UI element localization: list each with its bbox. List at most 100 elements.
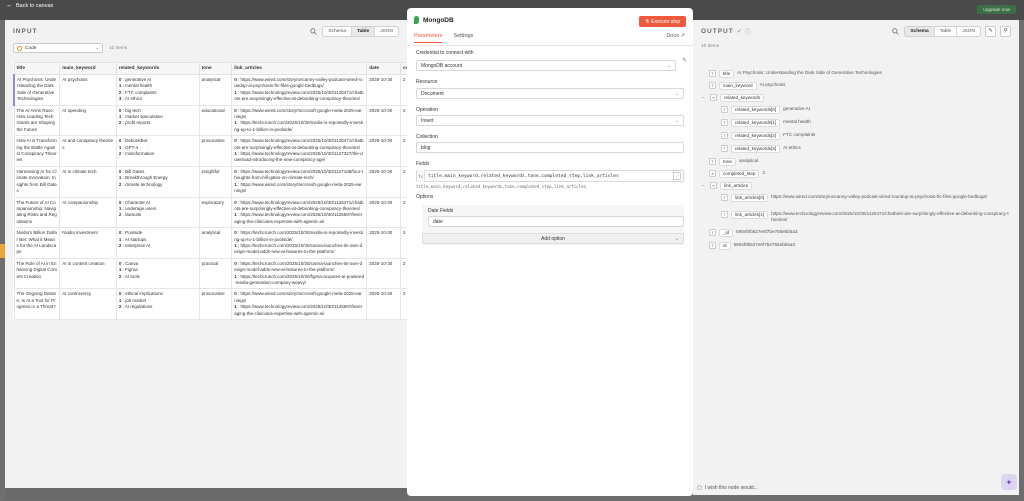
output-tab-table[interactable]: Table bbox=[935, 26, 958, 36]
table-cell[interactable]: The Role of AI in Enhancing Digital Cont… bbox=[13, 257, 61, 290]
feedback-link[interactable]: ▢ I wish this node would... bbox=[697, 485, 758, 491]
table-cell[interactable]: insightful bbox=[198, 165, 233, 198]
schema-key[interactable]: link_articles[1] bbox=[731, 211, 769, 219]
table-cell[interactable]: 0 : Bill Gates 1 : Breakthrough Energy 2 :… bbox=[115, 165, 200, 198]
schema-key[interactable]: related_keywords[0] bbox=[731, 106, 781, 114]
table-cell[interactable]: exploratory bbox=[198, 196, 233, 229]
table-cell[interactable]: 2025-10-30 bbox=[366, 257, 401, 290]
schema-key[interactable]: link_articles[0] bbox=[731, 194, 769, 202]
table-cell[interactable]: 0 : https://www.technologyreview.com/202… bbox=[231, 135, 368, 167]
table-cell[interactable]: AI spending bbox=[59, 104, 117, 137]
column-header[interactable]: date bbox=[366, 62, 401, 75]
pin-icon[interactable]: ⚲ bbox=[1000, 25, 1011, 37]
table-cell[interactable]: analytical bbox=[198, 74, 233, 106]
schema-key[interactable]: related_keywords bbox=[720, 94, 765, 102]
table-cell[interactable]: 2025-10-30 bbox=[366, 227, 401, 259]
column-header[interactable]: tone bbox=[198, 62, 233, 75]
column-header[interactable]: main_keyword bbox=[59, 62, 117, 75]
table-cell[interactable]: AI Psychosis: Understanding the Dark Sid… bbox=[13, 74, 61, 106]
chevron-down-icon[interactable]: ⌄ bbox=[701, 94, 707, 100]
table-cell[interactable]: 2025-10-30 bbox=[366, 165, 401, 198]
table-cell[interactable]: Harnessing AI for Climate Innovation: In… bbox=[13, 165, 61, 198]
schema-key[interactable]: tone bbox=[719, 158, 736, 166]
search-icon[interactable] bbox=[890, 26, 900, 36]
upgrade-button[interactable]: Upgrade now bbox=[977, 5, 1016, 14]
table-cell[interactable]: AI in climate tech bbox=[59, 165, 117, 198]
schema-key[interactable]: completed_step bbox=[719, 170, 760, 178]
credential-select[interactable]: MongoDB account ⌄ bbox=[416, 60, 676, 71]
table-cell[interactable]: AI psychosis bbox=[59, 74, 117, 106]
table-cell[interactable]: 0 : https://www.technologyreview.com/202… bbox=[231, 165, 368, 198]
table-cell[interactable]: practical bbox=[198, 257, 233, 290]
ai-assistant-button[interactable]: ✦ bbox=[1001, 474, 1017, 490]
table-cell[interactable]: analytical bbox=[198, 227, 233, 259]
input-tab-table[interactable]: Table bbox=[352, 26, 376, 36]
schema-key[interactable]: id bbox=[719, 242, 731, 250]
table-cell[interactable]: 0 : big tech 1 : market speculation 2 : pr… bbox=[115, 104, 200, 137]
table-cell[interactable]: 0 : DebunkBot 1 : GPT-4 2 : misinformation bbox=[115, 135, 200, 167]
table-cell[interactable]: AI in content creation bbox=[59, 257, 117, 290]
schema-key[interactable]: title bbox=[719, 70, 735, 78]
table-cell[interactable]: 0 : Canva 1 : Figma 2 : AI tools bbox=[115, 257, 200, 290]
input-node-select[interactable]: Code ⌄ bbox=[13, 43, 103, 53]
chevron-down-icon[interactable]: ⌄ bbox=[701, 182, 707, 188]
output-tab-schema[interactable]: Schema bbox=[905, 26, 935, 36]
table-cell[interactable]: AI and conspiracy theories bbox=[59, 135, 117, 167]
table-cell[interactable]: 0 : https://www.wired.com/story/uncanny-… bbox=[231, 74, 368, 106]
table-cell[interactable]: Nvidia's Billion Dollar Bet: What it Mea… bbox=[13, 227, 61, 259]
date-fields-input[interactable]: date bbox=[428, 216, 684, 227]
input-tab-json[interactable]: JSON bbox=[375, 27, 398, 36]
table-cell[interactable]: 2025-10-30 bbox=[366, 288, 401, 320]
table-cell[interactable]: 0 : https://techcrunch.com/2025/10/30/nv… bbox=[231, 227, 368, 259]
column-header[interactable]: title bbox=[13, 62, 61, 75]
table-cell[interactable]: 0 : ethical implications 1 : job market 2 … bbox=[115, 288, 200, 320]
table-cell[interactable]: The Ongoing Debate: Is AI a Tool for Pro… bbox=[13, 288, 61, 320]
schema-key[interactable]: related_keywords[1] bbox=[731, 119, 781, 127]
column-header[interactable]: link_articles bbox=[231, 62, 368, 75]
node-title-text[interactable]: MongoDB bbox=[423, 17, 454, 24]
table-cell[interactable]: 2025-10-30 bbox=[366, 104, 401, 137]
table-cell[interactable]: provocative bbox=[198, 288, 233, 320]
schema-key[interactable]: main_keyword bbox=[719, 82, 757, 90]
info-icon[interactable]: ⓘ bbox=[745, 27, 751, 36]
docs-link[interactable]: Docs ↗ bbox=[666, 33, 685, 39]
schema-key[interactable]: link_articles bbox=[720, 182, 752, 190]
output-tab-json[interactable]: JSON bbox=[957, 27, 980, 36]
table-cell[interactable]: provocative bbox=[198, 135, 233, 167]
tab-settings[interactable]: Settings bbox=[453, 33, 473, 43]
table-cell[interactable]: The AI Arms Race: How Leading Tech Giant… bbox=[13, 104, 61, 137]
schema-key[interactable]: _id bbox=[719, 229, 734, 237]
table-cell[interactable]: 2025-10-30 bbox=[366, 135, 401, 167]
schema-key[interactable]: related_keywords[3] bbox=[731, 145, 781, 153]
execute-step-button[interactable]: ⚗ Execute step bbox=[639, 16, 686, 27]
edit-output-icon[interactable]: ✎ bbox=[985, 25, 996, 37]
table-cell[interactable]: 0 : https://techcrunch.com/2025/10/30/ca… bbox=[231, 257, 368, 290]
operation-select[interactable]: Insert ⌄ bbox=[416, 115, 684, 126]
edit-credential-icon[interactable]: ✎ bbox=[682, 57, 687, 64]
table-cell[interactable]: AI controversy bbox=[59, 288, 117, 320]
back-to-canvas-link[interactable]: ← Back to canvas bbox=[6, 2, 53, 9]
fields-expression-input[interactable]: fx title,main_keyword,related_keywords,t… bbox=[416, 170, 684, 182]
table-cell[interactable]: 0 : https://www.wired.com/story/microsof… bbox=[231, 104, 368, 137]
table-cell[interactable]: Nvidia investment bbox=[59, 227, 117, 259]
table-cell[interactable]: 0 : Character.AI 1 : underage users 2 : la… bbox=[115, 196, 200, 229]
table-cell[interactable]: 0 : generative AI 1 : mental health 2 : FT… bbox=[115, 74, 200, 106]
table-cell[interactable]: AI companionship bbox=[59, 196, 117, 229]
table-cell[interactable]: 2025-10-30 bbox=[366, 74, 401, 106]
table-cell[interactable]: 0 : https://www.technologyreview.com/202… bbox=[231, 196, 368, 229]
column-header[interactable]: related_keywords bbox=[115, 62, 200, 75]
table-cell[interactable]: educational bbox=[198, 104, 233, 137]
table-cell[interactable]: How AI is Transforming the Battle Agains… bbox=[13, 135, 61, 167]
expand-icon[interactable]: ⤢ bbox=[673, 172, 681, 180]
collection-input[interactable]: blog bbox=[416, 142, 684, 153]
tab-parameters[interactable]: Parameters bbox=[414, 33, 443, 43]
resource-select[interactable]: Document ⌄ bbox=[416, 88, 684, 99]
add-option-button[interactable]: Add option ⌄ bbox=[422, 233, 684, 244]
table-cell[interactable]: 0 : Poolside 1 : AI startups 2 : enterpris… bbox=[115, 227, 200, 259]
table-cell[interactable]: 0 : https://www.wired.com/story/microsof… bbox=[231, 288, 368, 320]
search-icon[interactable] bbox=[308, 26, 318, 36]
schema-key[interactable]: related_keywords[2] bbox=[731, 132, 781, 140]
table-cell[interactable]: 2025-10-30 bbox=[366, 196, 401, 229]
table-cell[interactable]: The Future of AI Companionship: Navigati… bbox=[13, 196, 61, 229]
input-tab-schema[interactable]: Schema bbox=[323, 26, 353, 36]
